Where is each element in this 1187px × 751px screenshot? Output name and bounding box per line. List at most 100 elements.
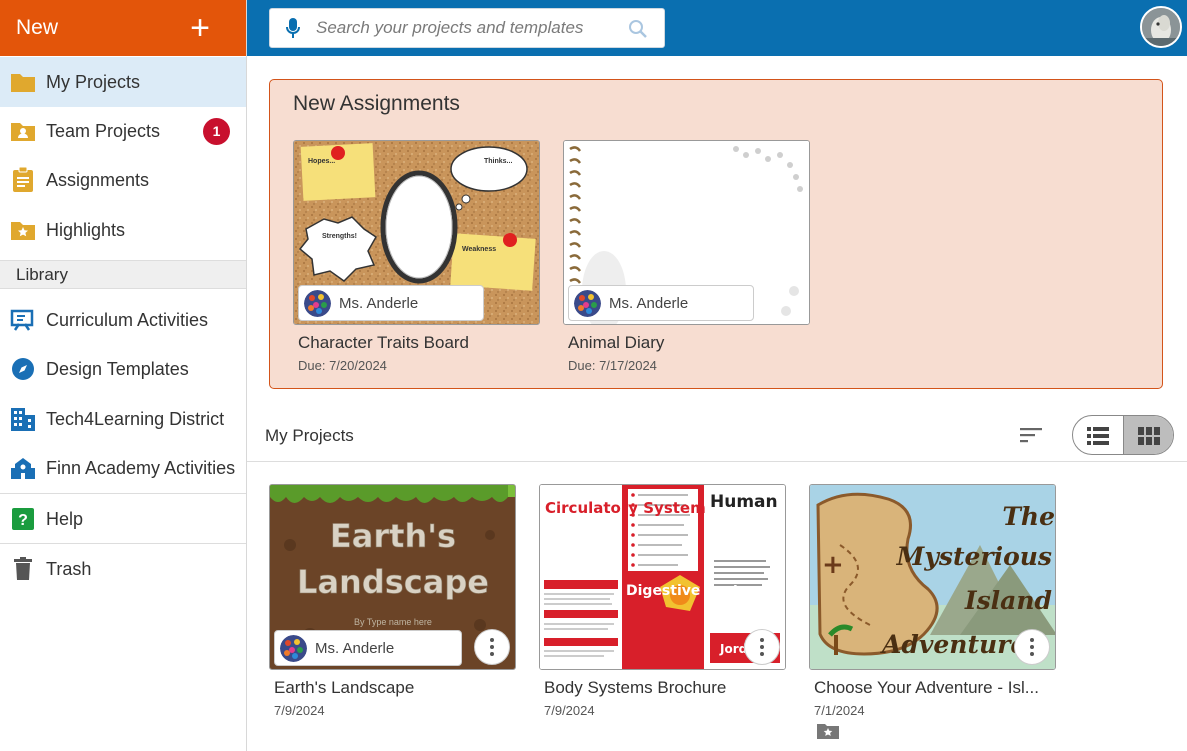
sidebar-item-label: My Projects bbox=[46, 71, 141, 92]
team-folder-icon bbox=[10, 118, 36, 144]
curriculum-icon bbox=[10, 307, 36, 333]
user-avatar[interactable] bbox=[1140, 6, 1182, 48]
thumb-title: The bbox=[1002, 502, 1055, 531]
plus-icon: + bbox=[190, 9, 210, 47]
sidebar-item-design-templates[interactable]: Design Templates bbox=[0, 344, 246, 394]
search-box[interactable] bbox=[269, 8, 665, 48]
project-title[interactable]: Earth's Landscape bbox=[274, 678, 516, 698]
sidebar-item-label: Team Projects bbox=[46, 120, 161, 141]
section-title: New Assignments bbox=[293, 92, 460, 115]
owner-name: Ms. Anderle bbox=[609, 294, 689, 312]
thumb-title: Mysterious bbox=[896, 542, 1052, 571]
project-date: 7/1/2024 bbox=[814, 703, 865, 718]
view-toggle bbox=[1072, 415, 1174, 455]
clipboard-icon bbox=[10, 167, 36, 193]
thumb-label: Jord bbox=[719, 642, 747, 656]
sidebar-item-highlights[interactable]: Highlights bbox=[0, 205, 246, 255]
project-card[interactable]: + The Mysterious Island Adventure Choose… bbox=[809, 484, 1056, 745]
help-icon: ? bbox=[10, 506, 36, 532]
more-options-button[interactable] bbox=[474, 629, 510, 665]
owner-chip: Ms. Anderle bbox=[568, 285, 754, 321]
sidebar-item-label: Curriculum Activities bbox=[46, 309, 209, 330]
main-content: New Assignments Hopes... Thinks... Stren… bbox=[247, 56, 1187, 751]
sidebar-item-label: Finn Academy Activities bbox=[46, 457, 236, 478]
microphone-icon[interactable] bbox=[286, 18, 300, 45]
sidebar-item-label: Trash bbox=[46, 558, 92, 579]
sidebar-item-label: Highlights bbox=[46, 219, 126, 240]
svg-text:+: + bbox=[822, 550, 844, 580]
thumb-label: Thinks... bbox=[484, 158, 512, 165]
more-options-button[interactable] bbox=[1014, 629, 1050, 665]
new-assignments-panel: New Assignments Hopes... Thinks... Stren… bbox=[269, 79, 1163, 389]
sidebar-item-help[interactable]: ? Help bbox=[0, 494, 246, 544]
my-projects-header: My Projects bbox=[247, 406, 1187, 462]
due-date: Due: 7/17/2024 bbox=[568, 358, 657, 373]
trash-icon bbox=[10, 556, 36, 582]
list-view-button[interactable] bbox=[1073, 416, 1123, 454]
top-bar bbox=[247, 0, 1187, 56]
project-thumbnail[interactable]: Circulatory System Human Body Systems Di… bbox=[539, 484, 786, 670]
owner-name: Ms. Anderle bbox=[339, 294, 419, 312]
grid-view-icon bbox=[1137, 427, 1160, 445]
owner-avatar bbox=[280, 635, 307, 662]
grid-view-button[interactable] bbox=[1123, 416, 1173, 454]
sort-icon[interactable] bbox=[1019, 426, 1043, 449]
sidebar: New + My Projects Team Projects 1 Assign… bbox=[0, 0, 247, 751]
thumb-label: Hopes... bbox=[308, 158, 335, 165]
search-input[interactable] bbox=[316, 15, 616, 41]
sidebar-item-finn-academy-activities[interactable]: Finn Academy Activities bbox=[0, 443, 246, 493]
school-icon bbox=[10, 455, 36, 481]
sidebar-item-my-projects[interactable]: My Projects bbox=[0, 57, 246, 107]
assignment-title[interactable]: Animal Diary bbox=[568, 333, 810, 353]
project-card[interactable]: Circulatory System Human Body Systems Di… bbox=[539, 484, 786, 718]
sidebar-item-assignments[interactable]: Assignments bbox=[0, 155, 246, 205]
sidebar-item-curriculum-activities[interactable]: Curriculum Activities bbox=[0, 295, 246, 345]
project-card[interactable]: Earth's Landscape By Type name here Ms. … bbox=[269, 484, 516, 718]
compass-icon bbox=[10, 356, 36, 382]
sidebar-item-tech4learning-district[interactable]: Tech4Learning District bbox=[0, 394, 246, 444]
search-icon[interactable] bbox=[628, 19, 648, 44]
owner-name: Ms. Anderle bbox=[315, 639, 395, 657]
new-button[interactable]: New + bbox=[0, 0, 246, 56]
project-thumbnail[interactable]: + The Mysterious Island Adventure bbox=[809, 484, 1056, 670]
folder-icon bbox=[10, 69, 36, 95]
new-label: New bbox=[16, 16, 59, 39]
notification-badge: 1 bbox=[203, 117, 230, 145]
sidebar-item-label: Tech4Learning District bbox=[46, 408, 225, 429]
sidebar-item-label: Help bbox=[46, 508, 84, 529]
sidebar-item-label: Design Templates bbox=[46, 358, 189, 379]
library-header: Library bbox=[0, 260, 246, 289]
list-view-icon bbox=[1087, 427, 1109, 445]
project-thumbnail[interactable]: Earth's Landscape By Type name here Ms. … bbox=[269, 484, 516, 670]
project-date: 7/9/2024 bbox=[544, 703, 595, 718]
project-title[interactable]: Body Systems Brochure bbox=[544, 678, 786, 698]
thumb-heading: Human Body Systems bbox=[710, 492, 786, 512]
sidebar-item-team-projects[interactable]: Team Projects 1 bbox=[0, 106, 246, 156]
thumb-label: Weakness bbox=[462, 246, 496, 253]
owner-chip: Ms. Anderle bbox=[298, 285, 484, 321]
thumb-title: Landscape bbox=[297, 563, 489, 601]
highlight-folder-icon bbox=[816, 722, 1056, 745]
project-thumbnail[interactable]: Hopes... Thinks... Strengths! Weakness M… bbox=[293, 140, 540, 325]
thumb-title: Adventure bbox=[880, 630, 1026, 659]
assignment-card[interactable]: Ms. Anderle Animal Diary Due: 7/17/2024 bbox=[563, 140, 810, 373]
project-date: 7/9/2024 bbox=[274, 703, 325, 718]
svg-text:?: ? bbox=[18, 512, 28, 529]
thumb-heading: Digestive System bbox=[626, 583, 764, 599]
assignment-title[interactable]: Character Traits Board bbox=[298, 333, 540, 353]
star-folder-icon bbox=[10, 217, 36, 243]
owner-avatar bbox=[574, 290, 601, 317]
project-thumbnail[interactable]: Ms. Anderle bbox=[563, 140, 810, 325]
building-icon bbox=[10, 406, 36, 432]
thumb-label: Strengths! bbox=[322, 233, 357, 240]
assignment-card[interactable]: Hopes... Thinks... Strengths! Weakness M… bbox=[293, 140, 540, 373]
owner-chip: Ms. Anderle bbox=[274, 630, 462, 666]
section-title: My Projects bbox=[265, 426, 354, 445]
thumb-subtitle: By Type name here bbox=[354, 617, 432, 627]
sidebar-item-trash[interactable]: Trash bbox=[0, 544, 246, 594]
more-options-button[interactable] bbox=[744, 629, 780, 665]
thumb-title: Earth's bbox=[330, 517, 456, 555]
thumb-title: Island bbox=[964, 586, 1052, 615]
project-title[interactable]: Choose Your Adventure - Isl... bbox=[814, 678, 1056, 698]
owner-avatar bbox=[304, 290, 331, 317]
